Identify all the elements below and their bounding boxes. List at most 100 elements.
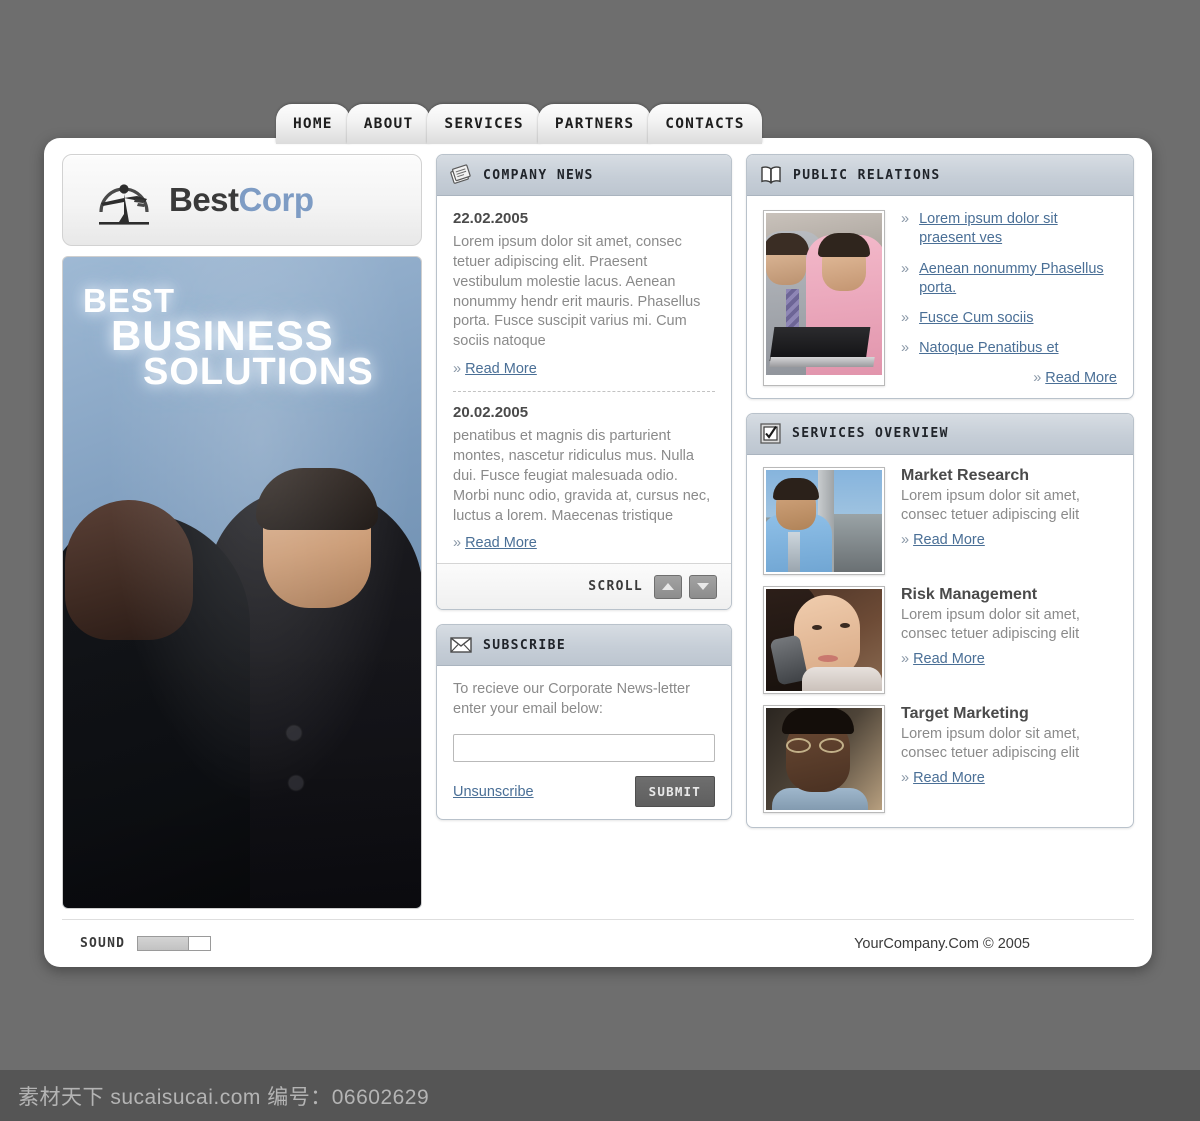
chevron-right-icon: » <box>901 260 910 277</box>
pr-photo-frame <box>763 210 885 386</box>
chevron-right-icon: » <box>901 310 910 327</box>
list-item: » Natoque Penatibus et <box>901 339 1117 358</box>
list-item: Risk Management Lorem ipsum dolor sit am… <box>763 585 1117 694</box>
public-relations-body: » Lorem ipsum dolor sit praesent ves » A… <box>747 196 1133 398</box>
service-name: Risk Management <box>901 585 1038 603</box>
service-photo-frame <box>763 704 885 813</box>
site-footer: SOUND YourCompany.Com © 2005 <box>62 919 1134 967</box>
arrow-up-icon <box>662 583 674 591</box>
content-row: BestCorp BEST BUSINESS SOLUTIONS COMPANY… <box>62 154 1134 909</box>
email-input[interactable] <box>453 734 715 763</box>
list-item: Market Research Lorem ipsum dolor sit am… <box>763 466 1117 575</box>
services-overview-panel: SERVICES OVERVIEW Market Research Lorem <box>746 412 1134 828</box>
nav-tab-label: ABOUT <box>363 116 414 132</box>
scroll-down-button[interactable] <box>689 574 717 599</box>
service-text: Target Marketing Lorem ipsum dolor sit a… <box>901 705 1117 813</box>
service-photo-frame <box>763 585 885 694</box>
service-text: Market Research Lorem ipsum dolor sit am… <box>901 467 1117 575</box>
scroll-label: SCROLL <box>588 579 643 595</box>
newspapers-icon <box>450 164 471 184</box>
nav-tab-label: CONTACTS <box>665 116 745 132</box>
pr-link[interactable]: Lorem ipsum dolor sit praesent ves <box>919 210 1117 249</box>
news-read-more: » Read More <box>453 535 715 551</box>
service-photo-frame <box>763 466 885 575</box>
service-photo <box>766 707 882 810</box>
service-read-more: » Read More <box>901 532 1117 548</box>
main-navigation: HOME ABOUT SERVICES PARTNERS CONTACTS <box>276 102 762 144</box>
chevron-right-icon: » <box>901 770 910 787</box>
service-read-more: » Read More <box>901 770 1117 786</box>
hero-line-3: SOLUTIONS <box>143 351 374 394</box>
open-book-icon <box>761 166 781 185</box>
read-more-link[interactable]: Read More <box>913 770 985 786</box>
read-more-link[interactable]: Read More <box>913 532 985 548</box>
nav-tab-about[interactable]: ABOUT <box>346 104 431 144</box>
panel-title: SUBSCRIBE <box>483 637 567 653</box>
panel-title: PUBLIC RELATIONS <box>793 167 941 183</box>
nav-tab-contacts[interactable]: CONTACTS <box>648 104 762 144</box>
company-news-panel: COMPANY NEWS 22.02.2005 Lorem ipsum dolo… <box>436 154 732 611</box>
panel-title: COMPANY NEWS <box>483 167 594 183</box>
left-column: BestCorp BEST BUSINESS SOLUTIONS <box>62 154 422 909</box>
subscribe-actions: Unsunscribe SUBMIT <box>453 776 715 808</box>
sound-control: SOUND <box>80 936 212 951</box>
services-list: Market Research Lorem ipsum dolor sit am… <box>747 455 1133 827</box>
news-separator <box>453 391 715 393</box>
envelope-icon <box>450 637 472 654</box>
chevron-right-icon: » <box>453 361 462 378</box>
checked-checkbox-icon <box>760 423 781 444</box>
public-relations-header: PUBLIC RELATIONS <box>747 155 1133 196</box>
middle-column: COMPANY NEWS 22.02.2005 Lorem ipsum dolo… <box>436 154 732 909</box>
service-description: Lorem ipsum dolor sit amet, consec tetue… <box>901 606 1080 642</box>
pr-link[interactable]: Fusce Cum sociis <box>919 309 1033 328</box>
hero-banner: BEST BUSINESS SOLUTIONS <box>62 256 422 909</box>
news-date: 22.02.2005 <box>453 210 529 227</box>
chevron-right-icon: » <box>453 535 462 552</box>
subscribe-body: To recieve our Corporate News-letter ent… <box>437 666 731 819</box>
company-news-body: 22.02.2005 Lorem ipsum dolor sit amet, c… <box>437 196 731 563</box>
chevron-right-icon: » <box>901 211 910 227</box>
sound-slider[interactable] <box>137 936 212 951</box>
pr-link-list: » Lorem ipsum dolor sit praesent ves » A… <box>901 210 1117 386</box>
service-description: Lorem ipsum dolor sit amet, consec tetue… <box>901 725 1080 761</box>
logo-box[interactable]: BestCorp <box>62 154 422 246</box>
sound-slider-thumb[interactable] <box>188 937 211 950</box>
watermark-bar: 素材天下 sucaisucai.com 编号：06602629 <box>0 1070 1200 1121</box>
chevron-right-icon: » <box>901 651 910 668</box>
read-more-link[interactable]: Read More <box>913 651 985 667</box>
read-more-link[interactable]: Read More <box>1045 370 1117 386</box>
scroll-up-button[interactable] <box>654 574 682 599</box>
subscribe-panel: SUBSCRIBE To recieve our Corporate News-… <box>436 624 732 821</box>
subscribe-description: To recieve our Corporate News-letter ent… <box>453 681 690 718</box>
read-more-link[interactable]: Read More <box>465 361 537 377</box>
news-scroll-bar: SCROLL <box>437 563 731 610</box>
nav-tab-services[interactable]: SERVICES <box>427 104 541 144</box>
nav-tab-home[interactable]: HOME <box>276 104 350 144</box>
news-body: Lorem ipsum dolor sit amet, consec tetue… <box>453 234 701 350</box>
person-in-arc-logo-icon <box>99 184 149 225</box>
news-item: 20.02.2005 penatibus et magnis dis partu… <box>453 404 715 551</box>
nav-tab-label: HOME <box>293 116 333 132</box>
nav-tab-partners[interactable]: PARTNERS <box>537 104 652 144</box>
chevron-right-icon: » <box>1033 369 1042 386</box>
list-item: » Aenean nonummy Phasellus porta. <box>901 260 1117 299</box>
service-name: Target Marketing <box>901 704 1029 722</box>
logo-text-accent: Corp <box>238 181 315 218</box>
news-date: 20.02.2005 <box>453 404 529 422</box>
pr-link[interactable]: Aenean nonummy Phasellus porta. <box>919 260 1117 299</box>
site-window: BestCorp BEST BUSINESS SOLUTIONS COMPANY… <box>44 138 1152 967</box>
submit-button[interactable]: SUBMIT <box>634 776 715 808</box>
unsubscribe-link[interactable]: Unsunscribe <box>453 784 534 800</box>
public-relations-panel: PUBLIC RELATIONS » Lorem ipsum dolor sit… <box>746 154 1134 399</box>
chevron-right-icon: » <box>901 532 910 549</box>
hero-line-2: BUSINESS <box>111 312 334 360</box>
pr-read-more: » Read More <box>901 370 1117 386</box>
service-text: Risk Management Lorem ipsum dolor sit am… <box>901 586 1117 694</box>
nav-tab-label: SERVICES <box>444 116 524 132</box>
pr-link[interactable]: Natoque Penatibus et <box>919 339 1058 358</box>
service-photo <box>766 469 882 572</box>
list-item: Target Marketing Lorem ipsum dolor sit a… <box>763 704 1117 813</box>
service-photo <box>766 588 882 691</box>
services-overview-header: SERVICES OVERVIEW <box>747 413 1133 455</box>
read-more-link[interactable]: Read More <box>465 535 537 551</box>
